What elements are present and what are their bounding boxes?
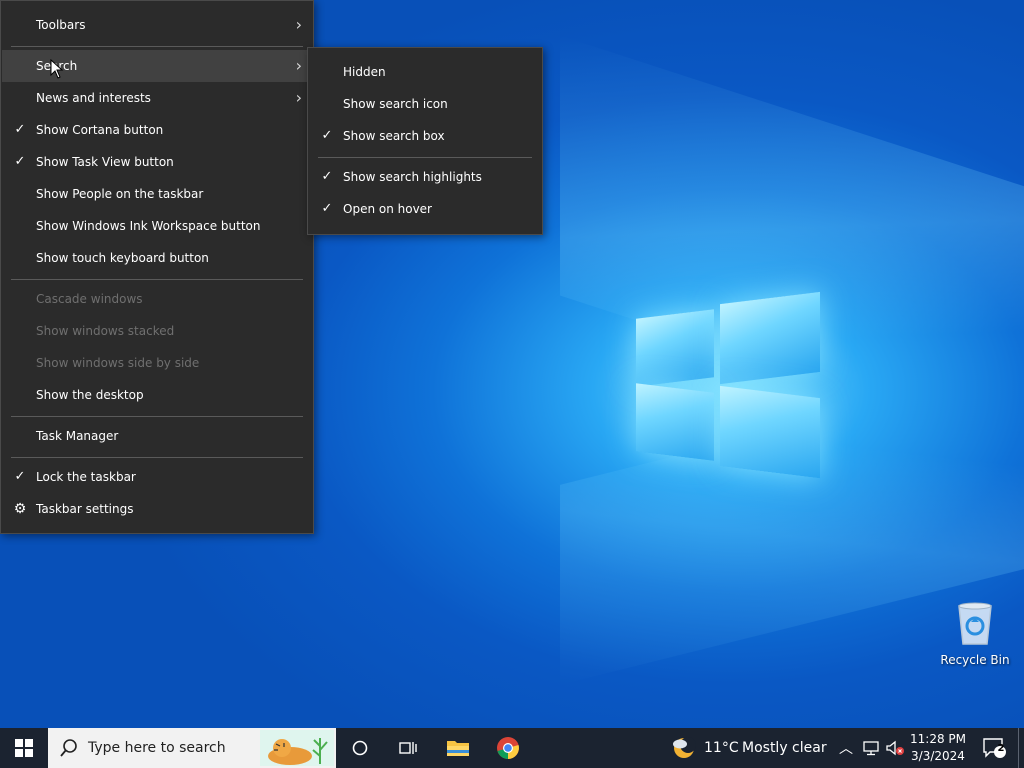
weather-temperature: 11°C bbox=[704, 740, 739, 756]
menu-item-show-cortana-button[interactable]: ✓ Show Cortana button bbox=[2, 114, 312, 146]
checkmark-icon: ✓ bbox=[321, 128, 333, 143]
menu-item-show-touch-keyboard[interactable]: Show touch keyboard button bbox=[2, 242, 312, 274]
menu-item-lock-the-taskbar[interactable]: ✓ Lock the taskbar bbox=[2, 461, 312, 493]
checkmark-icon: ✓ bbox=[14, 154, 26, 169]
action-center-button[interactable]: 2 bbox=[976, 728, 1012, 768]
menu-item-cascade-windows: Cascade windows bbox=[36, 292, 143, 306]
volume-muted-icon bbox=[886, 740, 904, 756]
weather-description: Mostly clear bbox=[742, 740, 827, 756]
weather-widget[interactable]: 11°C Mostly clear bbox=[668, 728, 827, 768]
clock[interactable]: 11:28 PM 3/3/2024 bbox=[906, 731, 970, 765]
menu-item-search[interactable]: Search › bbox=[2, 50, 312, 82]
chrome-icon bbox=[497, 737, 519, 759]
mouse-cursor-icon bbox=[50, 59, 64, 79]
checkmark-icon: ✓ bbox=[14, 469, 26, 484]
task-view-icon bbox=[399, 742, 417, 754]
submenu-item-show-search-highlights[interactable]: ✓ Show search highlights bbox=[309, 161, 541, 193]
checkmark-icon: ✓ bbox=[14, 122, 26, 137]
menu-item-show-task-view-button[interactable]: ✓ Show Task View button bbox=[2, 146, 312, 178]
recycle-bin-desktop-icon[interactable]: Recycle Bin bbox=[940, 600, 1010, 667]
windows-wallpaper-logo bbox=[636, 290, 824, 480]
menu-separator bbox=[318, 157, 532, 158]
cortana-icon bbox=[352, 740, 368, 756]
taskbar-context-menu: Toolbars › Search › News and interests ›… bbox=[0, 0, 314, 534]
chrome-button[interactable] bbox=[486, 728, 530, 768]
menu-separator bbox=[11, 279, 303, 280]
file-explorer-folder-icon bbox=[447, 741, 469, 756]
chevron-right-icon: › bbox=[295, 56, 302, 75]
submenu-item-open-on-hover[interactable]: ✓ Open on hover bbox=[309, 193, 541, 225]
task-view-button[interactable] bbox=[388, 728, 428, 768]
submenu-item-hidden[interactable]: Hidden bbox=[309, 56, 541, 88]
menu-item-news-and-interests[interactable]: News and interests › bbox=[2, 82, 312, 114]
submenu-item-show-search-box[interactable]: ✓ Show search box bbox=[309, 120, 541, 152]
menu-item-show-people[interactable]: Show People on the taskbar bbox=[2, 178, 312, 210]
menu-item-show-windows-side-by-side: Show windows side by side bbox=[36, 356, 200, 370]
volume-button[interactable] bbox=[884, 728, 906, 768]
menu-item-toolbars[interactable]: Toolbars › bbox=[2, 9, 312, 41]
menu-separator bbox=[11, 457, 303, 458]
menu-item-taskbar-settings[interactable]: ⚙ Taskbar settings bbox=[2, 493, 312, 525]
checkmark-icon: ✓ bbox=[321, 169, 333, 184]
notification-count-badge: 2 bbox=[997, 743, 1005, 754]
search-submenu: Hidden Show search icon ✓ Show search bo… bbox=[307, 47, 543, 235]
menu-item-show-ink-workspace[interactable]: Show Windows Ink Workspace button bbox=[2, 210, 312, 242]
menu-item-show-windows-stacked: Show windows stacked bbox=[36, 324, 175, 338]
menu-item-task-manager[interactable]: Task Manager bbox=[2, 420, 312, 452]
network-button[interactable] bbox=[860, 728, 882, 768]
cortana-button[interactable] bbox=[340, 728, 380, 768]
moon-cloud-weather-icon bbox=[673, 737, 696, 758]
search-highlight-tiger-icon bbox=[260, 730, 334, 766]
chevron-up-icon: ︿ bbox=[839, 741, 853, 757]
gear-icon: ⚙ bbox=[13, 501, 27, 517]
start-button[interactable] bbox=[0, 728, 48, 768]
menu-separator bbox=[11, 416, 303, 417]
taskbar-search-box[interactable]: Type here to search bbox=[48, 728, 336, 768]
file-explorer-button[interactable] bbox=[436, 728, 480, 768]
recycle-bin-label: Recycle Bin bbox=[940, 653, 1010, 667]
menu-item-show-the-desktop[interactable]: Show the desktop bbox=[2, 379, 312, 411]
windows-start-icon bbox=[15, 739, 33, 757]
search-icon bbox=[60, 739, 77, 757]
clock-time: 11:28 PM bbox=[910, 732, 966, 746]
show-hidden-icons-button[interactable]: ︿ bbox=[836, 728, 856, 768]
network-icon bbox=[863, 741, 879, 756]
recycle-bin-icon bbox=[958, 602, 992, 645]
submenu-item-show-search-icon[interactable]: Show search icon bbox=[309, 88, 541, 120]
chevron-right-icon: › bbox=[295, 88, 302, 107]
checkmark-icon: ✓ bbox=[321, 201, 333, 216]
chevron-right-icon: › bbox=[295, 15, 302, 34]
clock-date: 3/3/2024 bbox=[911, 749, 965, 763]
search-placeholder: Type here to search bbox=[88, 740, 226, 756]
show-desktop-button[interactable] bbox=[1018, 728, 1024, 768]
menu-separator bbox=[11, 46, 303, 47]
